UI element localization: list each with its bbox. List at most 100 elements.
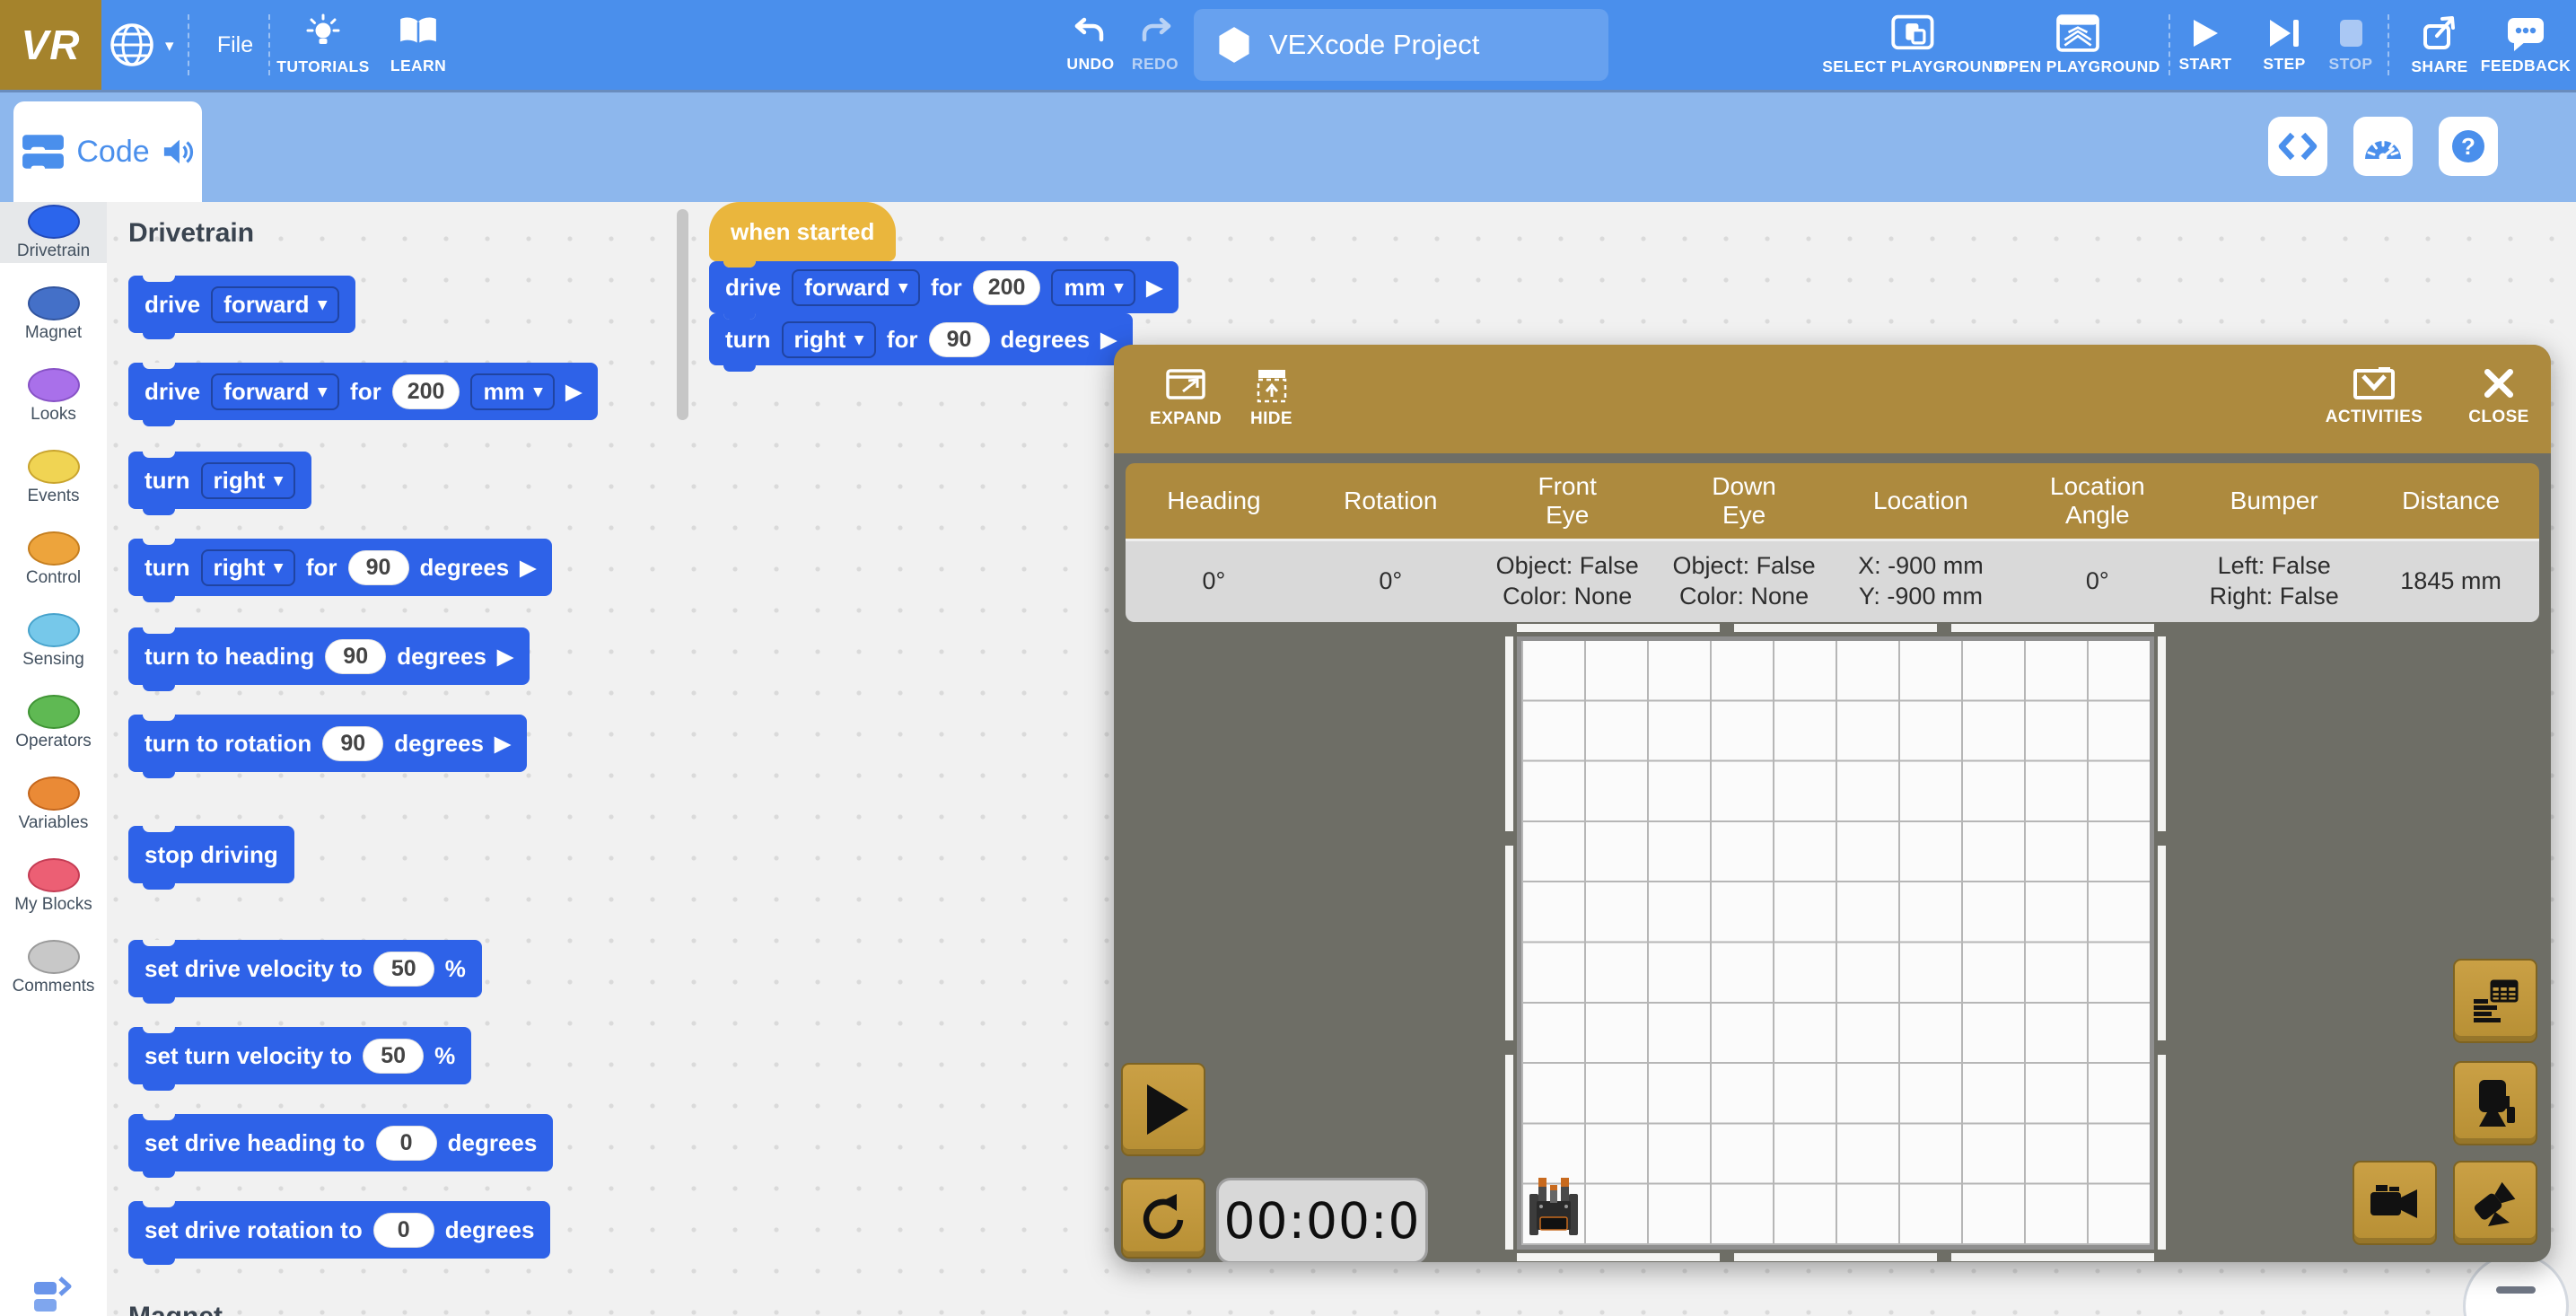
block-number-input[interactable]: 90 (322, 725, 384, 761)
block-number-input[interactable]: 0 (375, 1125, 437, 1161)
step-button[interactable]: STEP (2258, 0, 2310, 90)
when-started-hat-block[interactable]: when started (709, 202, 897, 268)
expand-button[interactable]: EXPAND (1150, 364, 1222, 429)
palette-scrollbar[interactable] (677, 209, 688, 420)
block-number-input[interactable]: 90 (325, 638, 387, 674)
sidebar-item-magnet[interactable]: Magnet (0, 284, 107, 345)
block-number-input[interactable]: 90 (347, 549, 409, 585)
playground-reset-button[interactable] (1121, 1178, 1205, 1259)
language-button[interactable] (104, 0, 160, 90)
block-label: drive (145, 377, 201, 405)
code-block[interactable]: drive forward ▾ for 200 mm ▾ ▶ (709, 261, 1178, 320)
category-color-dot (27, 531, 80, 566)
sidebar-item-sensing[interactable]: Sensing (0, 610, 107, 671)
select-playground-button[interactable]: SELECT PLAYGROUND (1806, 0, 2021, 90)
code-block[interactable]: turn right ▾ for 90 degrees ▶ (128, 539, 552, 602)
code-block[interactable]: set turn velocity to 50% (128, 1027, 472, 1091)
code-block[interactable]: set drive heading to 0 degrees (128, 1114, 554, 1178)
block-dropdown[interactable]: mm ▾ (470, 373, 556, 410)
code-block[interactable]: drive forward ▾ for 200 mm ▾ ▶ (128, 363, 598, 426)
chevron-down-icon: ▾ (318, 294, 328, 314)
block-run-icon[interactable]: ▶ (565, 380, 582, 404)
dashboard-button[interactable] (2353, 117, 2413, 176)
block-dropdown[interactable]: forward ▾ (211, 373, 340, 410)
block-dropdown[interactable]: right ▾ (200, 461, 295, 499)
code-block[interactable]: set drive rotation to 0 degrees (128, 1201, 551, 1265)
hide-button[interactable]: HIDE (1250, 364, 1292, 429)
block-run-icon[interactable]: ▶ (495, 732, 511, 756)
sidebar-item-my-blocks[interactable]: My Blocks (0, 855, 107, 917)
collapse-palette-button[interactable] (32, 1275, 74, 1316)
block-number-input[interactable]: 90 (928, 321, 990, 357)
block-run-icon[interactable]: ▶ (520, 556, 536, 580)
playground-run-button[interactable] (1121, 1063, 1205, 1156)
category-color-dot (27, 204, 80, 239)
sidebar-item-operators[interactable]: Operators (0, 692, 107, 753)
block-label: % (434, 1041, 456, 1069)
sensor-table-row: 0° 0° Object: False Color: None Object: Fals… (1126, 539, 2539, 622)
tutorials-button[interactable]: TUTORIALS (274, 0, 372, 90)
code-view-button[interactable] (2268, 117, 2327, 176)
sidebar-item-comments[interactable]: Comments (0, 937, 107, 998)
expand-icon (1166, 369, 1205, 399)
category-label: Operators (15, 731, 92, 750)
block-number-input[interactable]: 0 (372, 1212, 434, 1248)
code-block[interactable]: drive forward ▾ (128, 276, 356, 339)
tab-code[interactable]: Code (13, 101, 202, 202)
field-wall-top (1517, 624, 2154, 632)
close-playground-button[interactable]: CLOSE (2467, 364, 2530, 427)
feedback-button[interactable]: FEEDBACK (2481, 0, 2571, 90)
stop-button[interactable]: STOP (2325, 0, 2377, 90)
category-label: Drivetrain (16, 241, 91, 260)
help-button[interactable]: ? (2439, 117, 2498, 176)
block-dropdown[interactable]: forward ▾ (792, 268, 921, 306)
sidebar-item-looks[interactable]: Looks (0, 365, 107, 426)
share-button[interactable]: SHARE (2407, 0, 2472, 90)
block-dropdown[interactable]: right ▾ (781, 320, 876, 358)
robot-sprite[interactable] (1525, 1178, 1582, 1241)
activities-icon (2353, 367, 2395, 399)
block-number-input[interactable]: 50 (372, 951, 434, 987)
code-block[interactable]: turn to rotation 90 degrees ▶ (128, 715, 527, 778)
code-block[interactable]: turn right ▾ (128, 452, 311, 515)
sensor-column-header: Front Eye (1538, 471, 1597, 529)
category-label: Variables (18, 812, 89, 832)
camera-3d-button[interactable] (2453, 1161, 2537, 1245)
block-dropdown[interactable]: forward ▾ (211, 285, 340, 323)
code-block[interactable]: set drive velocity to 50% (128, 940, 482, 1004)
project-title-pill[interactable]: VEXcode Project (1194, 9, 1608, 81)
camera-side-button[interactable] (2353, 1161, 2437, 1245)
robot-view-button[interactable] (2453, 1061, 2537, 1145)
block-number-input[interactable]: 200 (391, 373, 460, 409)
chevron-down-icon[interactable]: ▾ (165, 36, 174, 57)
undo-button[interactable]: UNDO (1059, 0, 1122, 90)
category-label: My Blocks (14, 894, 92, 914)
redo-button[interactable]: REDO (1124, 0, 1187, 90)
block-number-input[interactable]: 200 (972, 269, 1041, 305)
sidebar-item-variables[interactable]: Variables (0, 774, 107, 835)
sensor-value-cell: X: -900 mm Y: -900 mm (1858, 552, 1984, 610)
block-dropdown[interactable]: right ▾ (200, 548, 295, 586)
code-block[interactable]: stop driving (128, 826, 294, 890)
activities-button[interactable]: ACTIVITIES (2324, 364, 2424, 427)
file-menu[interactable]: File (199, 0, 271, 90)
block-dropdown[interactable]: mm ▾ (1051, 268, 1136, 306)
open-playground-button[interactable]: OPEN PLAYGROUND (1995, 0, 2160, 90)
sensor-value-cell: 0° (2085, 567, 2109, 595)
sidebar-item-drivetrain[interactable]: Drivetrain (0, 202, 107, 263)
code-block[interactable]: turn to heading 90 degrees ▶ (128, 627, 530, 691)
speaker-icon[interactable] (161, 136, 195, 167)
block-run-icon[interactable]: ▶ (497, 645, 513, 669)
code-block[interactable]: turn right ▾ for 90 degrees ▶ (709, 313, 1133, 372)
sidebar-item-control[interactable]: Control (0, 529, 107, 590)
sensor-dashboard-button[interactable] (2453, 959, 2537, 1043)
sidebar-item-events[interactable]: Events (0, 447, 107, 508)
dropdown-value: forward (223, 377, 310, 405)
block-run-icon[interactable]: ▶ (1146, 276, 1162, 300)
sensor-value-cell: 1845 mm (2400, 567, 2502, 595)
block-number-input[interactable]: 50 (363, 1038, 425, 1074)
category-label: Events (27, 486, 80, 505)
learn-button[interactable]: LEARN (375, 0, 461, 90)
toolbar-divider (2169, 14, 2170, 75)
start-button[interactable]: START (2178, 0, 2231, 90)
